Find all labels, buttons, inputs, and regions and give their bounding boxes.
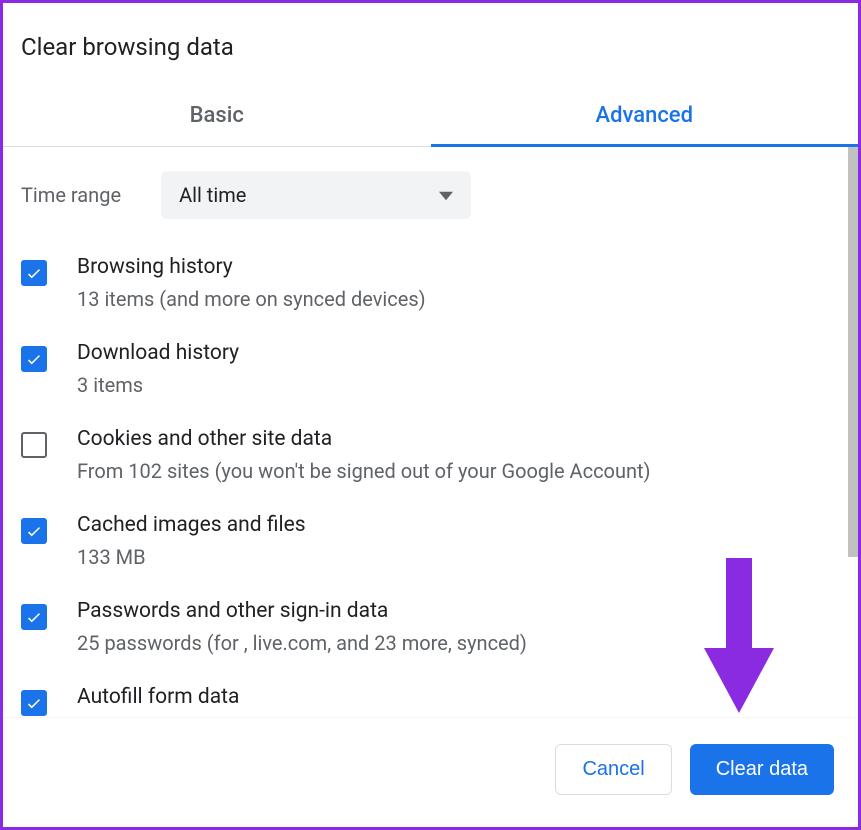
item-subtitle: From 102 sites (you won't be signed out …	[77, 459, 848, 483]
checkbox[interactable]	[21, 604, 47, 630]
clear-browsing-data-dialog: Clear browsing data Basic Advanced Time …	[3, 3, 858, 827]
checkbox[interactable]	[21, 432, 47, 458]
dialog-title: Clear browsing data	[3, 3, 858, 85]
item-title: Cookies and other site data	[77, 427, 848, 451]
item-subtitle: 25 passwords (for , live.com, and 23 mor…	[77, 631, 848, 655]
checkbox[interactable]	[21, 690, 47, 716]
checkbox[interactable]	[21, 260, 47, 286]
checkbox[interactable]	[21, 346, 47, 372]
item-text: Download history 3 items	[77, 341, 848, 397]
tab-basic[interactable]: Basic	[3, 85, 431, 146]
item-text: Passwords and other sign-in data 25 passw…	[77, 599, 848, 655]
item-title: Browsing history	[77, 255, 848, 279]
list-item: Browsing history 13 items (and more on sy…	[21, 243, 848, 329]
item-text: Cookies and other site data From 102 site…	[77, 427, 848, 483]
item-title: Cached images and files	[77, 513, 848, 537]
checkbox[interactable]	[21, 518, 47, 544]
time-range-dropdown[interactable]: All time	[161, 171, 471, 219]
clear-data-button[interactable]: Clear data	[690, 744, 834, 795]
time-range-value: All time	[179, 183, 246, 207]
caret-down-icon	[439, 186, 453, 205]
item-subtitle: 133 MB	[77, 545, 848, 569]
dialog-footer: Cancel Clear data	[3, 717, 858, 827]
item-text: Autofill form data	[77, 685, 848, 709]
dialog-content: Time range All time Browsing history 13 i…	[3, 147, 858, 717]
item-text: Cached images and files 133 MB	[77, 513, 848, 569]
list-item: Download history 3 items	[21, 329, 848, 415]
scrollbar[interactable]	[848, 147, 858, 557]
item-subtitle: 3 items	[77, 373, 848, 397]
cancel-button[interactable]: Cancel	[555, 744, 671, 795]
item-text: Browsing history 13 items (and more on sy…	[77, 255, 848, 311]
item-title: Download history	[77, 341, 848, 365]
list-item: Cached images and files 133 MB	[21, 501, 848, 587]
list-item: Passwords and other sign-in data 25 passw…	[21, 587, 848, 673]
item-title: Autofill form data	[77, 685, 848, 709]
list-item: Autofill form data	[21, 673, 848, 717]
time-range-row: Time range All time	[3, 147, 848, 243]
tabs: Basic Advanced	[3, 85, 858, 147]
list-item: Cookies and other site data From 102 site…	[21, 415, 848, 501]
data-type-list: Browsing history 13 items (and more on sy…	[3, 243, 848, 717]
item-title: Passwords and other sign-in data	[77, 599, 848, 623]
item-subtitle: 13 items (and more on synced devices)	[77, 287, 848, 311]
time-range-label: Time range	[21, 183, 121, 207]
tab-advanced[interactable]: Advanced	[431, 85, 859, 146]
